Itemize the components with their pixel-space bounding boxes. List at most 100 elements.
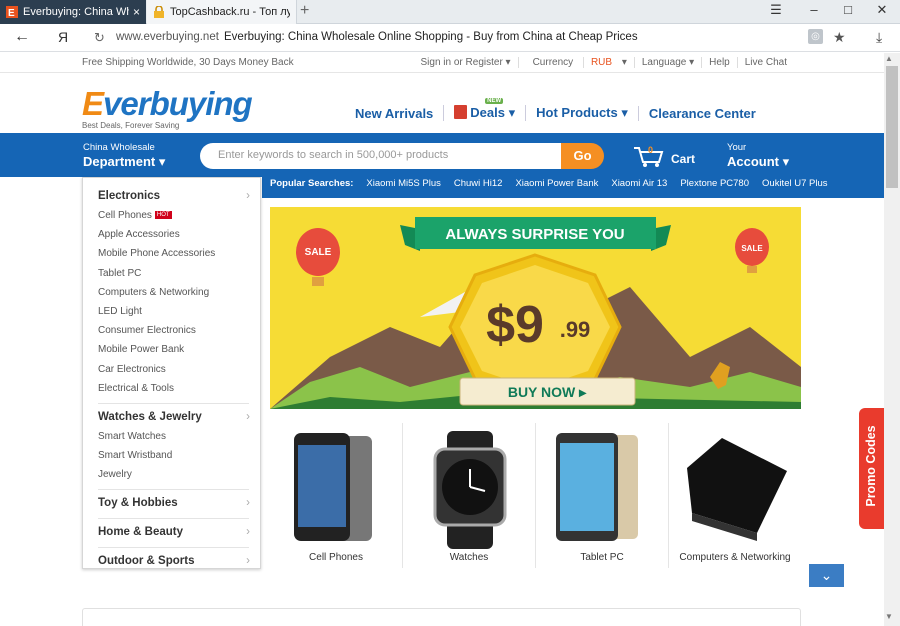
popular-search-link[interactable]: Oukitel U7 Plus [762, 178, 827, 189]
category-outdoor[interactable]: Outdoor & Sports › [98, 551, 260, 571]
gift-icon [454, 105, 468, 119]
scroll-down-arrow-icon[interactable]: ▼ [885, 612, 893, 621]
everbuying-favicon-icon: E [6, 6, 18, 19]
popular-search-link[interactable]: Chuwi Hi12 [454, 178, 503, 189]
nav-new-arrivals[interactable]: New Arrivals [355, 106, 443, 121]
currency-selector[interactable]: Currency RUB ▾ [517, 57, 634, 68]
url-field[interactable]: www.everbuying.net [116, 31, 219, 43]
main-nav: New Arrivals Deals ▾ NEW Hot Products ▾ C… [355, 98, 766, 121]
features-strip [82, 608, 801, 626]
category-electronics[interactable]: Electronics › [98, 186, 260, 206]
extension-icon[interactable]: ◎ [808, 29, 823, 44]
web-page: Free Shipping Worldwide, 30 Days Money B… [0, 53, 884, 626]
chevron-right-icon: › [246, 526, 250, 539]
subcategory-item[interactable]: Tablet PC [98, 264, 260, 283]
subcategory-item[interactable]: Smart Wristband [98, 446, 260, 465]
balloon-right-text: SALE [741, 244, 763, 253]
scroll-down-icon[interactable]: ⌄ [809, 564, 844, 587]
search-input[interactable]: Enter keywords to search in 500,000+ pro… [200, 143, 564, 169]
language-selector[interactable]: Language ▾ [633, 57, 701, 68]
tab-everbuying[interactable]: E Everbuying: China Wholes × [0, 0, 146, 24]
currency-value: RUB [582, 57, 620, 68]
watch-image [433, 431, 507, 549]
phone-image [294, 433, 372, 541]
product-label: Computers & Networking [679, 552, 791, 563]
department-menu-button[interactable]: Department ▾ [83, 154, 165, 170]
address-bar: ← Я ↻ www.everbuying.net Everbuying: Chi… [0, 24, 900, 52]
tv-box-image [687, 438, 787, 541]
reload-icon[interactable]: ↻ [94, 30, 105, 46]
subcategory-item[interactable]: Mobile Phone Accessories [98, 244, 260, 263]
subcategory-label: Cell Phones [98, 210, 152, 221]
subcategory-cell-phones[interactable]: Cell Phones HOT [98, 206, 260, 225]
divider [98, 402, 249, 404]
subcategory-item[interactable]: Smart Watches [98, 427, 260, 446]
chevron-right-icon: › [246, 410, 250, 423]
scroll-up-arrow-icon[interactable]: ▲ [885, 54, 893, 63]
window-close-icon[interactable]: ✕ [872, 2, 892, 18]
menu-icon[interactable]: ☰ [766, 2, 786, 18]
arrow-left-icon[interactable]: ← [14, 28, 30, 46]
scrollbar-thumb[interactable] [886, 66, 898, 188]
currency-label: Currency [532, 57, 574, 68]
subcategory-item[interactable]: Jewelry [98, 465, 260, 484]
banner-price-cents: .99 [560, 317, 591, 342]
go-button[interactable]: Go [561, 143, 604, 169]
account-menu-button[interactable]: Account ▾ [727, 154, 789, 170]
nav-deals[interactable]: Deals ▾ NEW [443, 98, 525, 121]
banner-buy-now: BUY NOW ▸ [508, 384, 587, 400]
popular-search-link[interactable]: Xiaomi Air 13 [611, 178, 667, 189]
category-title: Watches & Jewelry [98, 410, 202, 423]
subcategory-item[interactable]: Computers & Networking [98, 283, 260, 302]
subcategory-item[interactable]: Electrical & Tools [98, 379, 260, 398]
yandex-button[interactable]: Я [58, 29, 68, 45]
close-tab-icon[interactable]: × [133, 5, 140, 19]
popular-search-link[interactable]: Plextone PC780 [680, 178, 749, 189]
signin-link[interactable]: Sign in or Register ▾ [414, 57, 518, 68]
product-category-row: Cell Phones Watches Tablet PC Computers … [270, 423, 801, 568]
product-watches[interactable]: Watches [403, 423, 535, 568]
chevron-right-icon: › [246, 497, 250, 510]
subcategory-item[interactable]: Apple Accessories [98, 225, 260, 244]
subcategory-item[interactable]: Mobile Power Bank [98, 340, 260, 359]
chevron-right-icon: › [246, 190, 250, 202]
product-label: Cell Phones [309, 552, 363, 563]
product-cell-phones[interactable]: Cell Phones [270, 423, 402, 568]
popular-label: Popular Searches: [270, 178, 354, 189]
product-computers-networking[interactable]: Computers & Networking [669, 423, 801, 568]
tab-topcashback[interactable]: TopCashback.ru - Топ лучш [147, 0, 297, 24]
chevron-right-icon: › [246, 555, 250, 568]
minimize-icon[interactable]: – [804, 2, 824, 17]
promo-banner[interactable]: ALWAYS SURPRISE YOU $9 .99 BUY NOW ▸ SAL… [270, 207, 801, 409]
everbuying-logo[interactable]: Everbuying [82, 85, 253, 123]
cart-link[interactable]: Cart [671, 152, 695, 166]
your-label: Your [727, 142, 747, 153]
divider [98, 518, 249, 520]
category-watches[interactable]: Watches & Jewelry › [98, 407, 260, 427]
category-home[interactable]: Home & Beauty › [98, 522, 260, 542]
bookmark-star-icon[interactable]: ★ [833, 29, 846, 46]
download-icon[interactable]: ⤓ [876, 29, 882, 46]
popular-search-link[interactable]: Xiaomi Power Bank [515, 178, 598, 189]
category-title: Electronics [98, 190, 160, 202]
nav-clearance[interactable]: Clearance Center [637, 105, 766, 121]
subcategory-item[interactable]: LED Light [98, 302, 260, 321]
logo-e: E [82, 85, 104, 122]
new-tab-icon[interactable]: + [300, 2, 309, 20]
popular-search-link[interactable]: Xiaomi Mi5S Plus [366, 178, 440, 189]
maximize-icon[interactable]: □ [838, 2, 858, 17]
nav-hot-products[interactable]: Hot Products ▾ [525, 105, 638, 121]
promo-codes-tab[interactable]: Promo Codes [859, 408, 884, 529]
product-tablet-pc[interactable]: Tablet PC [536, 423, 668, 568]
hot-badge: HOT [154, 211, 172, 219]
subcategory-item[interactable]: Consumer Electronics [98, 321, 260, 340]
tab-title: Everbuying: China Wholes [23, 6, 129, 18]
category-toy[interactable]: Toy & Hobbies › [98, 493, 260, 513]
logo-tagline: Best Deals, Forever Saving [82, 121, 180, 130]
divider [98, 547, 249, 549]
live-chat-link[interactable]: Live Chat [736, 57, 794, 68]
svg-text:E: E [8, 8, 15, 18]
page-title: Everbuying: China Wholesale Online Shopp… [224, 31, 638, 43]
subcategory-item[interactable]: Car Electronics [98, 360, 260, 379]
help-link[interactable]: Help [701, 57, 737, 68]
